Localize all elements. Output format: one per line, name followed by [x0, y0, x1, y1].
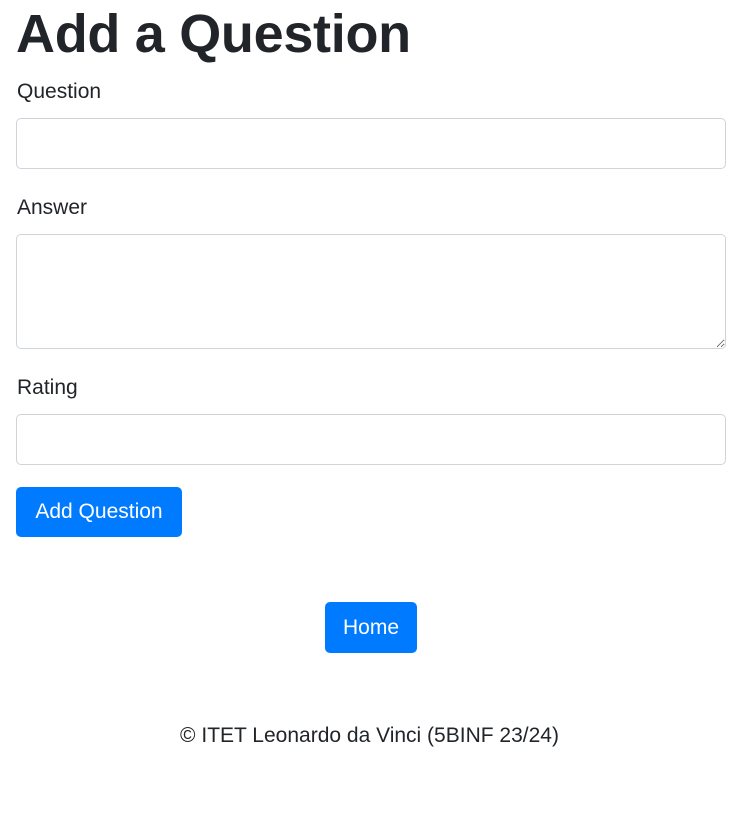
footer-copyright: © ITET Leonardo da Vinci (5BINF 23/24): [180, 724, 559, 747]
add-question-button[interactable]: Add Question: [16, 487, 182, 537]
answer-textarea[interactable]: [16, 234, 726, 349]
page-title: Add a Question: [16, 4, 411, 64]
home-button[interactable]: Home: [325, 602, 417, 653]
question-label: Question: [17, 80, 102, 103]
question-input[interactable]: [16, 118, 726, 169]
rating-label: Rating: [17, 376, 78, 399]
answer-label: Answer: [17, 196, 88, 219]
rating-input[interactable]: [16, 414, 726, 465]
